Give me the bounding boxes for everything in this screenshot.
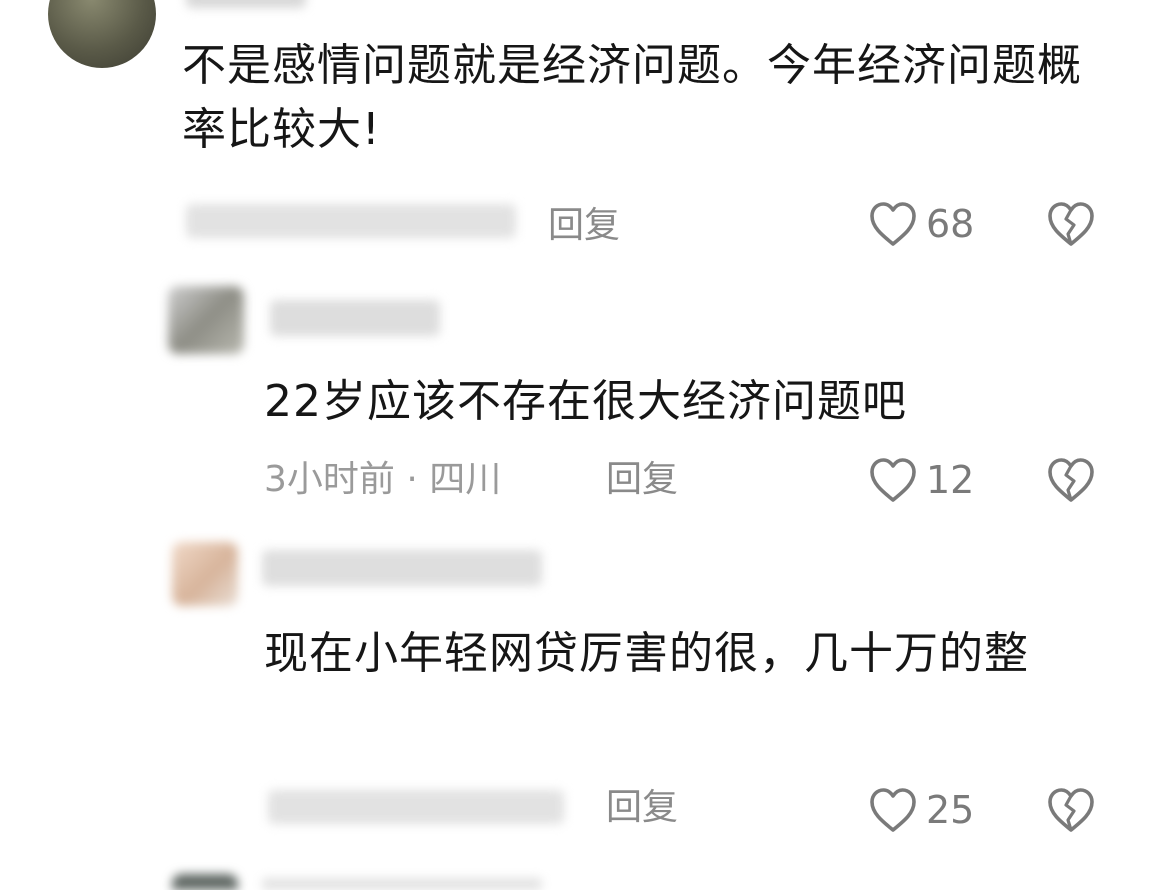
avatar[interactable] <box>168 286 244 354</box>
username[interactable] <box>262 550 542 586</box>
like-button[interactable] <box>868 786 918 834</box>
broken-heart-icon <box>1048 788 1094 832</box>
avatar[interactable] <box>172 542 238 606</box>
reply-button[interactable]: 回复 <box>548 204 620 248</box>
username[interactable] <box>186 0 306 8</box>
comment-meta <box>268 790 564 824</box>
username[interactable] <box>270 300 440 336</box>
like-count: 68 <box>926 202 975 246</box>
broken-heart-icon <box>1048 202 1094 246</box>
comment-meta: 3小时前 · 四川 <box>264 459 502 500</box>
dislike-button[interactable] <box>1046 200 1096 248</box>
heart-outline-icon <box>870 458 916 502</box>
heart-outline-icon <box>870 788 916 832</box>
username[interactable] <box>262 878 542 890</box>
like-button[interactable] <box>868 200 918 248</box>
avatar[interactable] <box>172 874 238 890</box>
broken-heart-icon <box>1048 458 1094 502</box>
comment-text: 现在小年轻网贷厉害的很，几十万的整 <box>264 628 1029 679</box>
comment-text: 22岁应该不存在很大经济问题吧 <box>264 376 907 427</box>
comment-meta <box>186 204 516 238</box>
like-count: 12 <box>926 458 975 502</box>
dislike-button[interactable] <box>1046 456 1096 504</box>
heart-outline-icon <box>870 202 916 246</box>
reply-button[interactable]: 回复 <box>606 458 678 502</box>
comment-text: 不是感情问题就是经济问题。今年经济问题概率比较大! <box>182 40 1082 155</box>
avatar[interactable] <box>48 0 156 68</box>
reply-button[interactable]: 回复 <box>606 786 678 830</box>
like-button[interactable] <box>868 456 918 504</box>
dislike-button[interactable] <box>1046 786 1096 834</box>
like-count: 25 <box>926 788 975 832</box>
